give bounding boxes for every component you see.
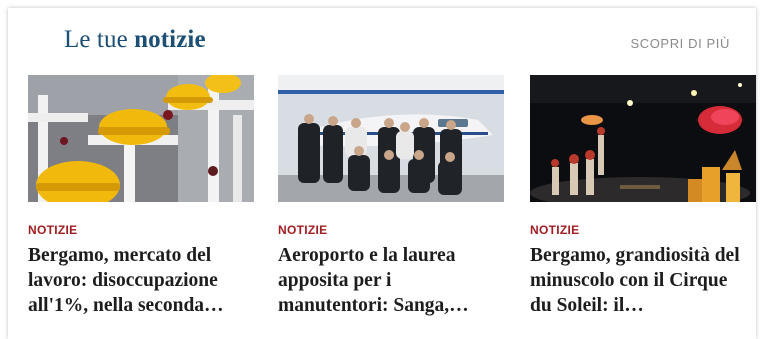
news-card[interactable]: NOTIZIE Aeroporto e la laurea apposita p…: [278, 75, 504, 318]
news-card[interactable]: NOTIZIE Bergamo, grandiosità del minusco…: [530, 75, 756, 318]
news-thumbnail[interactable]: [278, 75, 504, 202]
section-title-regular: Le tue: [64, 26, 128, 53]
card-headline[interactable]: Bergamo, mercato del lavoro: disoccupazi…: [28, 243, 242, 318]
widget-header: Le tue notizie SCOPRI DI PIÙ: [8, 8, 756, 72]
card-category: NOTIZIE: [278, 223, 328, 237]
news-widget: Le tue notizie SCOPRI DI PIÙ NOTIZIE Ber…: [8, 8, 756, 339]
card-headline[interactable]: Bergamo, grandiosità del minuscolo con i…: [530, 243, 744, 318]
card-category: NOTIZIE: [530, 223, 580, 237]
news-thumbnail[interactable]: [530, 75, 756, 202]
news-thumbnail[interactable]: [28, 75, 254, 202]
news-card[interactable]: NOTIZIE Bergamo, mercato del lavoro: dis…: [28, 75, 254, 318]
section-title-bold: notizie: [134, 26, 206, 53]
discover-more-link[interactable]: SCOPRI DI PIÙ: [630, 36, 730, 51]
section-title: Le tue notizie: [64, 26, 206, 54]
card-headline[interactable]: Aeroporto e la laurea apposita per i man…: [278, 243, 492, 318]
card-category: NOTIZIE: [28, 223, 78, 237]
